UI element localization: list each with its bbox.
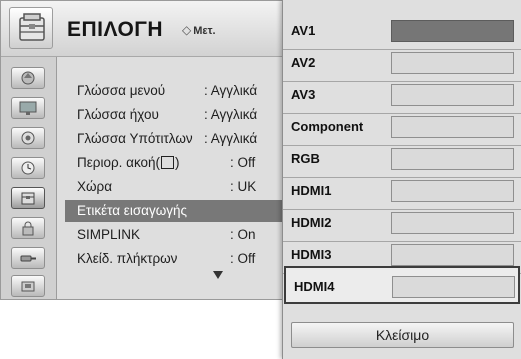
input-label-field[interactable]: [391, 180, 514, 202]
input-label-field[interactable]: [391, 116, 514, 138]
menu-item-value: : Αγγλικά: [204, 131, 258, 146]
menu-item-label: Γλώσσα ήχου: [77, 107, 159, 122]
menu-item-value: : Off: [230, 251, 256, 266]
input-label-field[interactable]: [391, 244, 514, 266]
close-button[interactable]: Κλείσιμο: [291, 322, 514, 348]
menu-item-label: Περιορ. ακοή(): [77, 152, 180, 174]
option-icon: [9, 7, 53, 49]
move-hint-label: Μετ.: [193, 25, 216, 37]
menu-item-label: Ετικέτα εισαγωγής: [77, 203, 188, 218]
menu-item-key-lock[interactable]: Κλείδ. πλήκτρων : Off: [65, 248, 291, 270]
menu-item-label: Γλώσσα μενού: [77, 83, 166, 98]
menu-item-label: Χώρα: [77, 179, 113, 194]
input-label-field[interactable]: [391, 84, 514, 106]
navigation-arrows-icon: ◇: [182, 23, 192, 37]
menu-item-label: Γλώσσα Υπότιτλων: [77, 131, 193, 146]
menu-item-label-text: Περιορ. ακοή(: [77, 155, 161, 170]
menu-item-audio-language[interactable]: Γλώσσα ήχου : Αγγλικά: [65, 104, 291, 126]
menu-item-input-label[interactable]: Ετικέτα εισαγωγής: [65, 200, 291, 222]
menu-item-subtitle-language[interactable]: Γλώσσα Υπότιτλων : Αγγλικά: [65, 128, 291, 150]
audio-icon[interactable]: [11, 127, 45, 149]
input-label-field[interactable]: [391, 148, 514, 170]
menu-item-hearing-impaired[interactable]: Περιορ. ακοή() : Off: [65, 152, 291, 174]
menu-item-label: Κλείδ. πλήκτρων: [77, 251, 178, 266]
input-icon[interactable]: [11, 247, 45, 269]
menu-header: ΕΠΙΛΟΓΗ ◇ Μετ.: [1, 1, 291, 57]
menu-item-country[interactable]: Χώρα : UK: [65, 176, 291, 198]
input-label-field[interactable]: [391, 212, 514, 234]
menu-item-value: : Αγγλικά: [204, 107, 258, 122]
menu-item-label-suffix: ): [175, 155, 180, 170]
picture-icon[interactable]: [11, 67, 45, 89]
menu-item-menu-language[interactable]: Γλώσσα μενού : Αγγλικά: [65, 80, 291, 102]
menu-item-label: SIMPLINK: [77, 227, 141, 242]
menu-item-value: : Αγγλικά: [204, 83, 258, 98]
menu-item-value: : On: [230, 227, 256, 242]
menu-item-simplink[interactable]: SIMPLINK : On: [65, 224, 291, 246]
option-menu-panel: ΕΠΙΛΟΓΗ ◇ Μετ. Γλώσσα μενού: Αγγλικά Γλ…: [0, 0, 291, 300]
hearing-impaired-icon: [161, 156, 175, 169]
option-icon[interactable]: [11, 187, 45, 209]
usb-icon[interactable]: [11, 275, 45, 297]
lock-icon[interactable]: [11, 217, 45, 239]
input-label-popup: AV1 AV2 AV3 Component RGB HDMI1 HDMI2 HD…: [282, 0, 521, 359]
input-label-field[interactable]: [392, 276, 515, 298]
menu-item-value: : Off: [230, 155, 256, 170]
input-row-hdmi4[interactable]: HDMI4: [284, 266, 520, 304]
page-title: ΕΠΙΛΟΓΗ: [67, 18, 164, 41]
clock-icon[interactable]: [11, 157, 45, 179]
move-hint: ◇ Μετ.: [182, 23, 216, 37]
menu-item-value: : UK: [230, 179, 257, 194]
category-sidebar: [1, 57, 57, 299]
scroll-down-arrow-icon[interactable]: [213, 271, 223, 279]
screen-icon[interactable]: [11, 97, 45, 119]
input-label-field[interactable]: [391, 20, 514, 42]
input-label-field[interactable]: [391, 52, 514, 74]
input-name: HDMI4: [294, 279, 335, 294]
